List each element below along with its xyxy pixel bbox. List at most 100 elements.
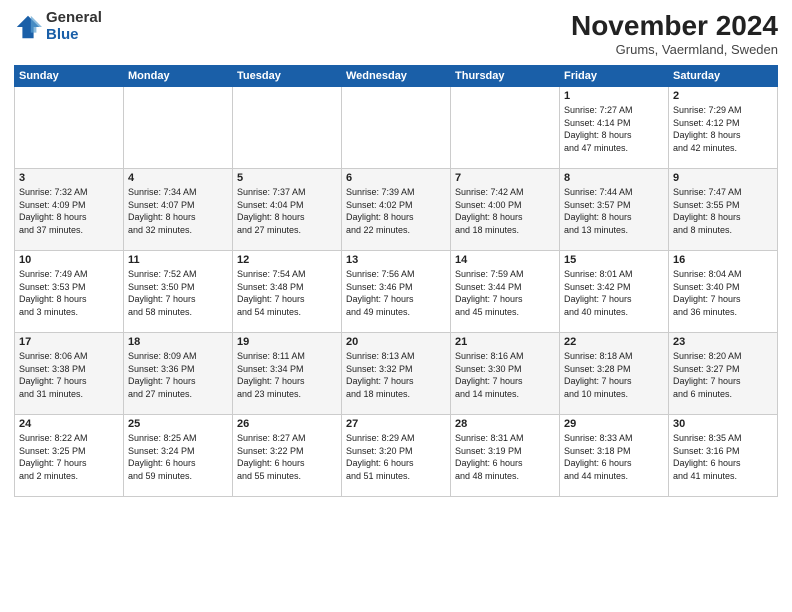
calendar-cell: 5 Sunrise: 7:37 AM Sunset: 4:04 PM Daylig… <box>233 169 342 251</box>
day-number: 30 <box>673 418 773 430</box>
day-number: 9 <box>673 172 773 184</box>
week-row-4: 17 Sunrise: 8:06 AM Sunset: 3:38 PM Dayli… <box>15 333 778 415</box>
calendar-cell: 29Sunrise: 8:33 AM Sunset: 3:18 PM Dayli… <box>560 415 669 497</box>
day-number: 6 <box>346 172 446 184</box>
day-info: Sunrise: 7:49 AM Sunset: 3:53 PM Dayligh… <box>19 268 119 318</box>
day-info: Sunrise: 7:39 AM Sunset: 4:02 PM Dayligh… <box>346 186 446 236</box>
title-block: November 2024 Grums, Vaermland, Sweden <box>571 10 778 57</box>
calendar-cell: 21 Sunrise: 8:16 AM Sunset: 3:30 PM Dayli… <box>451 333 560 415</box>
calendar-cell <box>451 87 560 169</box>
day-info: Sunrise: 7:59 AM Sunset: 3:44 PM Dayligh… <box>455 268 555 318</box>
day-number: 5 <box>237 172 337 184</box>
calendar-cell: 19 Sunrise: 8:11 AM Sunset: 3:34 PM Dayli… <box>233 333 342 415</box>
header-sunday: Sunday <box>15 66 124 87</box>
logo: General Blue <box>14 10 102 43</box>
header-saturday: Saturday <box>669 66 778 87</box>
day-info: Sunrise: 8:16 AM Sunset: 3:30 PM Dayligh… <box>455 350 555 400</box>
calendar-cell: 16Sunrise: 8:04 AM Sunset: 3:40 PM Dayli… <box>669 251 778 333</box>
calendar-cell: 22Sunrise: 8:18 AM Sunset: 3:28 PM Dayli… <box>560 333 669 415</box>
day-info: Sunrise: 8:31 AM Sunset: 3:19 PM Dayligh… <box>455 432 555 482</box>
calendar-cell: 28Sunrise: 8:31 AM Sunset: 3:19 PM Dayli… <box>451 415 560 497</box>
day-number: 8 <box>564 172 664 184</box>
calendar-cell: 10 Sunrise: 7:49 AM Sunset: 3:53 PM Dayli… <box>15 251 124 333</box>
day-number: 24 <box>19 418 119 430</box>
day-number: 16 <box>673 254 773 266</box>
day-number: 15 <box>564 254 664 266</box>
day-number: 29 <box>564 418 664 430</box>
calendar-cell: 30 Sunrise: 8:35 AM Sunset: 3:16 PM Dayli… <box>669 415 778 497</box>
calendar-cell: 8Sunrise: 7:44 AM Sunset: 3:57 PM Daylig… <box>560 169 669 251</box>
calendar-cell: 13 Sunrise: 7:56 AM Sunset: 3:46 PM Dayli… <box>342 251 451 333</box>
logo-general: General <box>46 10 102 27</box>
day-number: 2 <box>673 90 773 102</box>
calendar-cell: 23Sunrise: 8:20 AM Sunset: 3:27 PM Dayli… <box>669 333 778 415</box>
calendar-cell: 1 Sunrise: 7:27 AM Sunset: 4:14 PM Daylig… <box>560 87 669 169</box>
day-number: 10 <box>19 254 119 266</box>
header-wednesday: Wednesday <box>342 66 451 87</box>
logo-blue: Blue <box>46 27 102 44</box>
day-number: 14 <box>455 254 555 266</box>
day-info: Sunrise: 7:52 AM Sunset: 3:50 PM Dayligh… <box>128 268 228 318</box>
calendar-title: November 2024 <box>571 10 778 42</box>
calendar-table: Sunday Monday Tuesday Wednesday Thursday… <box>14 65 778 497</box>
day-number: 3 <box>19 172 119 184</box>
day-number: 17 <box>19 336 119 348</box>
calendar-cell: 11 Sunrise: 7:52 AM Sunset: 3:50 PM Dayli… <box>124 251 233 333</box>
day-number: 11 <box>128 254 228 266</box>
calendar-cell: 7 Sunrise: 7:42 AM Sunset: 4:00 PM Daylig… <box>451 169 560 251</box>
day-info: Sunrise: 8:27 AM Sunset: 3:22 PM Dayligh… <box>237 432 337 482</box>
day-info: Sunrise: 7:29 AM Sunset: 4:12 PM Dayligh… <box>673 104 773 154</box>
calendar-subtitle: Grums, Vaermland, Sweden <box>571 42 778 57</box>
header-tuesday: Tuesday <box>233 66 342 87</box>
logo-icon <box>14 13 42 41</box>
day-number: 27 <box>346 418 446 430</box>
calendar-cell: 14 Sunrise: 7:59 AM Sunset: 3:44 PM Dayli… <box>451 251 560 333</box>
day-info: Sunrise: 7:37 AM Sunset: 4:04 PM Dayligh… <box>237 186 337 236</box>
day-number: 1 <box>564 90 664 102</box>
day-info: Sunrise: 7:27 AM Sunset: 4:14 PM Dayligh… <box>564 104 664 154</box>
day-number: 21 <box>455 336 555 348</box>
calendar-cell: 20 Sunrise: 8:13 AM Sunset: 3:32 PM Dayli… <box>342 333 451 415</box>
day-number: 12 <box>237 254 337 266</box>
day-number: 4 <box>128 172 228 184</box>
day-number: 7 <box>455 172 555 184</box>
day-info: Sunrise: 7:56 AM Sunset: 3:46 PM Dayligh… <box>346 268 446 318</box>
calendar-cell: 6 Sunrise: 7:39 AM Sunset: 4:02 PM Daylig… <box>342 169 451 251</box>
day-info: Sunrise: 8:13 AM Sunset: 3:32 PM Dayligh… <box>346 350 446 400</box>
day-number: 19 <box>237 336 337 348</box>
calendar-cell: 27 Sunrise: 8:29 AM Sunset: 3:20 PM Dayli… <box>342 415 451 497</box>
day-number: 20 <box>346 336 446 348</box>
day-info: Sunrise: 7:42 AM Sunset: 4:00 PM Dayligh… <box>455 186 555 236</box>
calendar-cell <box>15 87 124 169</box>
day-info: Sunrise: 8:11 AM Sunset: 3:34 PM Dayligh… <box>237 350 337 400</box>
day-info: Sunrise: 8:06 AM Sunset: 3:38 PM Dayligh… <box>19 350 119 400</box>
day-info: Sunrise: 8:20 AM Sunset: 3:27 PM Dayligh… <box>673 350 773 400</box>
calendar-cell: 15 Sunrise: 8:01 AM Sunset: 3:42 PM Dayli… <box>560 251 669 333</box>
header-friday: Friday <box>560 66 669 87</box>
header: General Blue November 2024 Grums, Vaerml… <box>14 10 778 57</box>
week-row-1: 1 Sunrise: 7:27 AM Sunset: 4:14 PM Daylig… <box>15 87 778 169</box>
day-info: Sunrise: 8:09 AM Sunset: 3:36 PM Dayligh… <box>128 350 228 400</box>
weekday-header-row: Sunday Monday Tuesday Wednesday Thursday… <box>15 66 778 87</box>
day-info: Sunrise: 8:29 AM Sunset: 3:20 PM Dayligh… <box>346 432 446 482</box>
week-row-2: 3 Sunrise: 7:32 AM Sunset: 4:09 PM Daylig… <box>15 169 778 251</box>
day-info: Sunrise: 8:01 AM Sunset: 3:42 PM Dayligh… <box>564 268 664 318</box>
day-info: Sunrise: 8:25 AM Sunset: 3:24 PM Dayligh… <box>128 432 228 482</box>
calendar-cell: 18 Sunrise: 8:09 AM Sunset: 3:36 PM Dayli… <box>124 333 233 415</box>
day-info: Sunrise: 8:22 AM Sunset: 3:25 PM Dayligh… <box>19 432 119 482</box>
page: General Blue November 2024 Grums, Vaerml… <box>0 0 792 612</box>
header-thursday: Thursday <box>451 66 560 87</box>
day-number: 25 <box>128 418 228 430</box>
day-number: 18 <box>128 336 228 348</box>
day-number: 22 <box>564 336 664 348</box>
day-info: Sunrise: 8:35 AM Sunset: 3:16 PM Dayligh… <box>673 432 773 482</box>
day-info: Sunrise: 7:32 AM Sunset: 4:09 PM Dayligh… <box>19 186 119 236</box>
week-row-3: 10 Sunrise: 7:49 AM Sunset: 3:53 PM Dayli… <box>15 251 778 333</box>
day-number: 13 <box>346 254 446 266</box>
day-info: Sunrise: 7:34 AM Sunset: 4:07 PM Dayligh… <box>128 186 228 236</box>
calendar-cell: 2 Sunrise: 7:29 AM Sunset: 4:12 PM Daylig… <box>669 87 778 169</box>
calendar-cell: 26Sunrise: 8:27 AM Sunset: 3:22 PM Dayli… <box>233 415 342 497</box>
logo-text: General Blue <box>46 10 102 43</box>
calendar-cell: 4 Sunrise: 7:34 AM Sunset: 4:07 PM Daylig… <box>124 169 233 251</box>
calendar-cell <box>342 87 451 169</box>
